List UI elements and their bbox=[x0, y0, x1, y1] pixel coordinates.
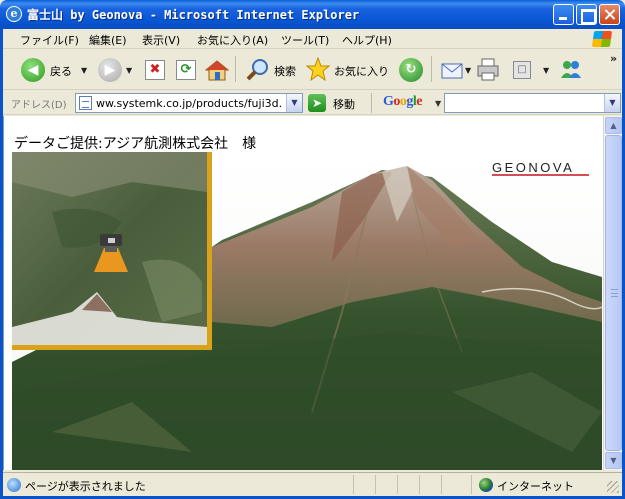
forward-dropdown-icon[interactable]: ▼ bbox=[126, 66, 132, 75]
home-button[interactable] bbox=[204, 59, 230, 85]
address-url[interactable]: ww.systemk.co.jp/products/fuji3d.htm bbox=[96, 97, 282, 110]
refresh-icon[interactable]: ⟳ bbox=[176, 60, 196, 80]
printer-icon bbox=[477, 58, 499, 81]
data-credit-text: データご提供:アジア航測株式会社 様 bbox=[14, 136, 257, 152]
search-button[interactable]: 検索 bbox=[246, 57, 300, 83]
status-text: ページが表示されました bbox=[25, 480, 146, 493]
toolbar-separator bbox=[371, 93, 372, 113]
toolbar-separator bbox=[431, 56, 432, 82]
address-input[interactable]: ww.systemk.co.jp/products/fuji3d.htm ▼ bbox=[75, 93, 303, 113]
favorites-button[interactable]: お気に入り bbox=[305, 56, 390, 83]
mail-icon bbox=[441, 63, 463, 79]
scroll-grip-icon bbox=[611, 289, 618, 297]
address-bar: アドレス(D) ww.systemk.co.jp/products/fuji3d… bbox=[3, 91, 622, 115]
search-label: 検索 bbox=[274, 65, 296, 78]
forward-arrow-icon: ▶ bbox=[98, 58, 122, 82]
svg-text:GEONOVA: GEONOVA bbox=[492, 160, 574, 175]
history-icon[interactable]: ↻ bbox=[399, 58, 423, 82]
close-button[interactable] bbox=[599, 4, 620, 25]
menu-tools[interactable]: ツール(T) bbox=[281, 32, 329, 48]
menu-favorites[interactable]: お気に入り(A) bbox=[197, 32, 268, 48]
scroll-down-arrow-icon[interactable]: ▼ bbox=[605, 452, 622, 469]
menu-view[interactable]: 表示(V) bbox=[142, 32, 180, 48]
toolbar-separator bbox=[235, 56, 236, 82]
ie-icon[interactable]: e bbox=[6, 6, 22, 22]
go-button[interactable]: 移動 bbox=[333, 96, 355, 112]
vertical-scrollbar[interactable]: ▲ ▼ bbox=[603, 116, 622, 470]
google-search-dropdown-icon[interactable]: ▼ bbox=[604, 94, 620, 112]
back-button[interactable]: ◀ 戻る bbox=[21, 57, 79, 83]
messenger-icon bbox=[561, 61, 581, 78]
menu-edit[interactable]: 編集(E) bbox=[89, 32, 127, 48]
security-zone-text: インターネット bbox=[497, 480, 574, 493]
toolbar-overflow-icon[interactable]: » bbox=[610, 52, 617, 65]
title-bar[interactable]: e 富士山 by Geonova - Microsoft Internet Ex… bbox=[0, 0, 625, 29]
ie-page-icon bbox=[7, 478, 21, 492]
home-icon bbox=[204, 60, 230, 81]
mail-dropdown-icon[interactable]: ▼ bbox=[465, 66, 471, 75]
address-label: アドレス(D) bbox=[11, 100, 67, 111]
stop-icon[interactable]: ✖ bbox=[145, 60, 165, 80]
menu-bar: ファイル(F) 編集(E) 表示(V) お気に入り(A) ツール(T) ヘルプ(… bbox=[3, 29, 622, 49]
mail-button[interactable] bbox=[441, 59, 465, 85]
google-search-input[interactable]: ▼ bbox=[444, 93, 621, 113]
back-arrow-icon: ◀ bbox=[21, 58, 45, 82]
minimize-button[interactable] bbox=[553, 4, 574, 25]
print-button[interactable] bbox=[476, 58, 500, 84]
menu-file[interactable]: ファイル(F) bbox=[20, 32, 79, 48]
page-content: データご提供:アジア航測株式会社 様 GEONOVA bbox=[3, 116, 603, 470]
resize-grip-icon[interactable] bbox=[607, 481, 619, 493]
edit-dropdown-icon[interactable]: ▼ bbox=[543, 66, 549, 75]
windows-logo-icon bbox=[591, 31, 613, 47]
internet-globe-icon bbox=[479, 478, 493, 492]
page-icon bbox=[79, 96, 92, 110]
window-frame-left bbox=[0, 29, 3, 499]
messenger-button[interactable] bbox=[559, 58, 583, 84]
scroll-up-arrow-icon[interactable]: ▲ bbox=[605, 117, 622, 134]
status-cell bbox=[353, 475, 375, 494]
status-cell bbox=[375, 475, 397, 494]
maximize-button[interactable] bbox=[576, 4, 597, 25]
standard-toolbar: ◀ 戻る ▼ ▶ ▼ ✖ ⟳ 検索 お気に入り ↻ ▼ □ ▼ » bbox=[3, 50, 622, 90]
search-icon bbox=[246, 59, 268, 81]
status-cell bbox=[441, 475, 463, 494]
mount-fuji-3d-view[interactable]: GEONOVA bbox=[12, 152, 602, 470]
menu-help[interactable]: ヘルプ(H) bbox=[342, 32, 392, 48]
star-icon bbox=[305, 56, 331, 82]
status-bar: ページが表示されました インターネット bbox=[3, 472, 622, 496]
forward-button[interactable]: ▶ bbox=[98, 57, 124, 83]
favorites-label: お気に入り bbox=[334, 65, 389, 78]
edit-page-icon[interactable]: □ bbox=[513, 61, 531, 79]
status-cell bbox=[397, 475, 419, 494]
scroll-thumb[interactable] bbox=[605, 135, 622, 451]
go-arrow-icon[interactable]: ➤ bbox=[308, 94, 326, 112]
address-dropdown-icon[interactable]: ▼ bbox=[286, 94, 302, 112]
window-title: 富士山 by Geonova - Microsoft Internet Expl… bbox=[27, 8, 360, 22]
back-dropdown-icon[interactable]: ▼ bbox=[81, 66, 87, 75]
google-logo[interactable]: Google bbox=[383, 94, 422, 110]
back-label: 戻る bbox=[50, 65, 72, 78]
google-dropdown-icon[interactable]: ▼ bbox=[435, 99, 441, 108]
status-cell bbox=[419, 475, 441, 494]
